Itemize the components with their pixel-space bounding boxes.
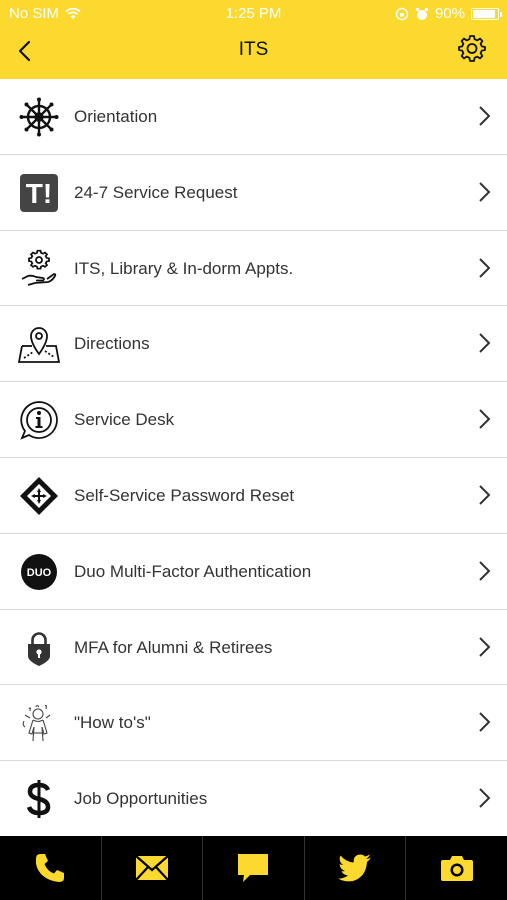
menu-item-label: Directions xyxy=(74,334,150,354)
battery-icon xyxy=(471,7,502,20)
tab-twitter[interactable] xyxy=(305,836,407,900)
menu-item-label: Orientation xyxy=(74,107,158,126)
duo-logo-text: DUO xyxy=(27,567,52,579)
orientation-lock-icon xyxy=(395,7,409,20)
map-pin-icon xyxy=(18,324,60,364)
menu-item-service-request[interactable]: T! 24-7 Service Request xyxy=(0,154,507,231)
menu-item-appointments[interactable]: ITS, Library & In-dorm Appts. xyxy=(0,230,507,307)
tab-bar xyxy=(0,836,507,900)
duo-logo-icon: DUO xyxy=(18,552,60,592)
menu-item-label: Duo Multi-Factor Authentication xyxy=(74,561,312,581)
menu-item-orientation[interactable]: Orientation xyxy=(0,79,507,155)
chat-icon xyxy=(238,854,269,882)
menu-item-label: 24-7 Service Request xyxy=(74,182,238,202)
menu-item-directions[interactable]: Directions xyxy=(0,306,507,383)
tab-camera[interactable] xyxy=(406,836,507,900)
chevron-right-icon xyxy=(479,636,491,657)
svg-text:T!: T! xyxy=(26,178,52,209)
chevron-right-icon xyxy=(479,106,491,126)
gear-icon[interactable] xyxy=(457,33,487,63)
menu-item-label: "How to's" xyxy=(74,713,151,733)
phone-icon xyxy=(36,854,65,882)
chevron-right-icon xyxy=(479,257,491,278)
camera-icon xyxy=(440,856,473,881)
menu-list: Orientation T! 24-7 Service Request ITS, xyxy=(0,79,507,837)
tab-chat[interactable] xyxy=(203,836,305,900)
chevron-right-icon xyxy=(479,485,491,505)
page-title: ITS xyxy=(238,39,269,60)
chevron-right-icon xyxy=(479,561,491,581)
twitter-icon xyxy=(338,854,372,882)
chevron-right-icon xyxy=(479,712,491,733)
tab-phone[interactable] xyxy=(0,836,102,900)
menu-item-password-reset[interactable]: Self-Service Password Reset xyxy=(0,457,507,534)
diamond-arrows-icon xyxy=(18,476,60,516)
tab-mail[interactable] xyxy=(102,836,204,900)
menu-item-label: Job Opportunities xyxy=(74,789,208,809)
ship-wheel-icon xyxy=(18,97,60,137)
nav-bar: ITS xyxy=(0,28,507,79)
menu-item-mfa-alumni[interactable]: MFA for Alumni & Retirees xyxy=(0,609,507,686)
sketch-person-icon xyxy=(18,703,60,743)
lock-shield-icon xyxy=(18,628,60,668)
dollar-icon xyxy=(18,779,60,819)
status-bar: No SIM 1:25 PM 90% xyxy=(0,0,507,28)
menu-item-label: Service Desk xyxy=(74,410,175,430)
alarm-icon xyxy=(415,7,429,20)
menu-item-how-tos[interactable]: "How to's" xyxy=(0,685,507,762)
info-bubble-icon xyxy=(18,400,60,440)
menu-item-label: ITS, Library & In-dorm Appts. xyxy=(74,258,294,278)
battery-fill xyxy=(473,9,495,18)
gear-hand-icon xyxy=(18,249,60,289)
menu-item-duo[interactable]: DUO Duo Multi-Factor Authentication xyxy=(0,533,507,610)
menu-item-label: Self-Service Password Reset xyxy=(74,485,295,505)
menu-item-job-opportunities[interactable]: Job Opportunities xyxy=(0,761,507,837)
menu-item-label: MFA for Alumni & Retirees xyxy=(74,637,273,657)
battery-percent: 90% xyxy=(434,5,465,22)
chevron-right-icon xyxy=(479,333,491,354)
chevron-right-icon xyxy=(479,788,491,808)
t-exclaim-icon: T! xyxy=(18,173,60,213)
mail-icon xyxy=(135,855,169,881)
menu-item-service-desk[interactable]: Service Desk xyxy=(0,382,507,458)
chevron-right-icon xyxy=(479,409,491,429)
chevron-right-icon xyxy=(479,182,491,202)
